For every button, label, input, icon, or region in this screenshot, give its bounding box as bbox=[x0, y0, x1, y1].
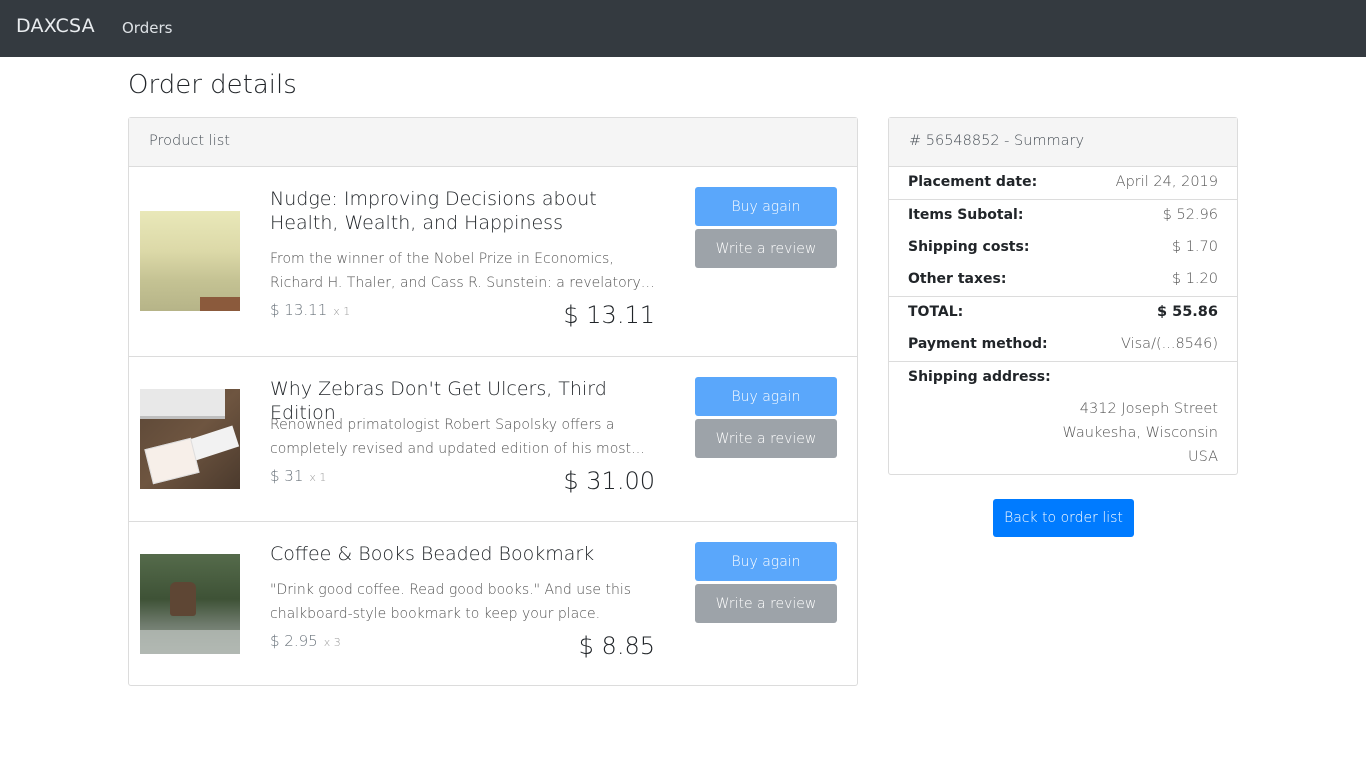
shipping-costs-label: Shipping costs: bbox=[908, 239, 1030, 255]
total-label: TOTAL: bbox=[908, 304, 964, 320]
payment-method-value: Visa/(...8546) bbox=[1121, 336, 1218, 352]
payment-method-row: Payment method: Visa/(...8546) bbox=[889, 329, 1237, 361]
placement-date-value: April 24, 2019 bbox=[1115, 174, 1218, 190]
write-review-button[interactable]: Write a review bbox=[695, 229, 837, 268]
buy-again-button[interactable]: Buy again bbox=[695, 187, 837, 226]
product-image[interactable] bbox=[140, 211, 240, 311]
total-row: TOTAL: $ 55.86 bbox=[889, 297, 1237, 329]
product-total: $ 8.85 bbox=[578, 632, 655, 660]
write-review-button[interactable]: Write a review bbox=[695, 419, 837, 458]
product-description: From the winner of the Nobel Prize in Ec… bbox=[270, 251, 655, 291]
product-unit-price: $ 13.11 x 1 bbox=[270, 301, 351, 319]
write-review-button[interactable]: Write a review bbox=[695, 584, 837, 623]
brand-logo[interactable]: DAXCSA bbox=[16, 15, 95, 37]
shipping-costs-row: Shipping costs: $ 1.70 bbox=[889, 232, 1237, 264]
other-taxes-value: $ 1.20 bbox=[1171, 271, 1218, 287]
order-summary-header: # 56548852 - Summary bbox=[889, 118, 1237, 167]
back-to-order-list-button[interactable]: Back to order list bbox=[993, 499, 1134, 537]
address-line: Waukesha, Wisconsin bbox=[1062, 425, 1218, 441]
items-subtotal-row: Items Subotal: $ 52.96 bbox=[889, 200, 1237, 232]
address-line: 4312 Joseph Street bbox=[1079, 401, 1218, 417]
product-unit-price: $ 2.95 x 3 bbox=[270, 632, 341, 650]
product-image[interactable] bbox=[140, 389, 240, 489]
shipping-address-row: Shipping address: bbox=[889, 362, 1237, 394]
product-description: "Drink good coffee. Read good books." An… bbox=[270, 582, 632, 622]
product-quantity: x 1 bbox=[333, 305, 351, 318]
product-quantity: x 1 bbox=[309, 471, 327, 484]
navbar: DAXCSA Orders bbox=[0, 0, 1366, 57]
other-taxes-label: Other taxes: bbox=[908, 271, 1007, 287]
buy-again-button[interactable]: Buy again bbox=[695, 377, 837, 416]
product-list-card: Product list Nudge: Improving Decisions … bbox=[128, 117, 858, 686]
product-title[interactable]: Nudge: Improving Decisions about Health,… bbox=[270, 187, 670, 235]
items-subtotal-value: $ 52.96 bbox=[1162, 207, 1218, 223]
placement-date-label: Placement date: bbox=[908, 174, 1038, 190]
product-list-header: Product list bbox=[129, 118, 857, 167]
payment-method-label: Payment method: bbox=[908, 336, 1048, 352]
product-item: Coffee & Books Beaded Bookmark "Drink go… bbox=[129, 521, 857, 685]
product-unit-price: $ 31 x 1 bbox=[270, 467, 327, 485]
order-summary-card: # 56548852 - Summary Placement date: Apr… bbox=[888, 117, 1238, 475]
product-item: Why Zebras Don't Get Ulcers, Third Editi… bbox=[129, 356, 857, 521]
shipping-costs-value: $ 1.70 bbox=[1171, 239, 1218, 255]
product-total: $ 13.11 bbox=[563, 301, 655, 329]
nav-link-orders[interactable]: Orders bbox=[122, 19, 172, 37]
other-taxes-row: Other taxes: $ 1.20 bbox=[889, 264, 1237, 296]
placement-date-row: Placement date: April 24, 2019 bbox=[889, 167, 1237, 199]
address-line: USA bbox=[1187, 449, 1218, 465]
product-description: Renowned primatologist Robert Sapolsky o… bbox=[270, 417, 646, 457]
total-value: $ 55.86 bbox=[1156, 304, 1218, 320]
product-total: $ 31.00 bbox=[563, 467, 655, 495]
product-title[interactable]: Coffee & Books Beaded Bookmark bbox=[270, 542, 670, 566]
product-item: Nudge: Improving Decisions about Health,… bbox=[129, 167, 857, 356]
page-title: Order details bbox=[128, 70, 297, 100]
buy-again-button[interactable]: Buy again bbox=[695, 542, 837, 581]
product-quantity: x 3 bbox=[323, 636, 341, 649]
product-image[interactable] bbox=[140, 554, 240, 654]
shipping-address-label: Shipping address: bbox=[908, 369, 1051, 385]
items-subtotal-label: Items Subotal: bbox=[908, 207, 1024, 223]
